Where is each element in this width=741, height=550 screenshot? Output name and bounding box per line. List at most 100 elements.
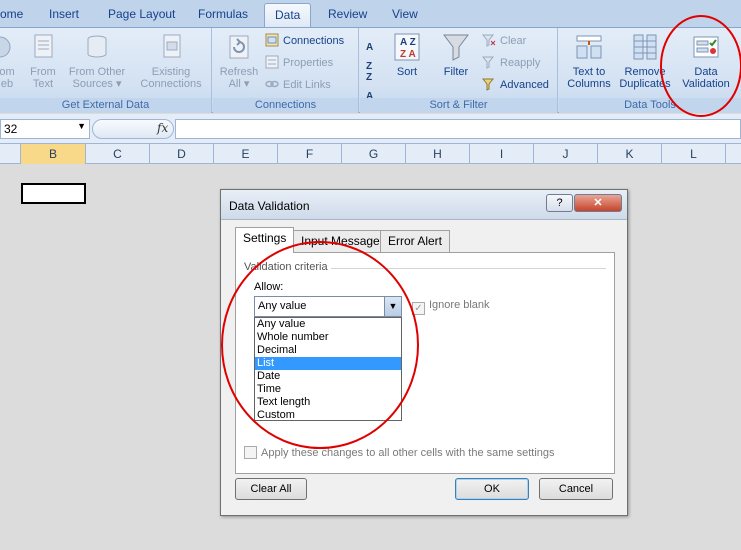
- tab-error-alert[interactable]: Error Alert: [380, 230, 451, 252]
- column-header[interactable]: J: [534, 144, 598, 164]
- cancel-button[interactable]: Cancel: [539, 478, 613, 500]
- existing-connections-button[interactable]: Existing Connections: [136, 32, 206, 90]
- reapply-button[interactable]: Reapply: [481, 54, 540, 72]
- data-validation-icon: [691, 32, 721, 62]
- column-header[interactable]: D: [150, 144, 214, 164]
- edit-links-button[interactable]: Edit Links: [265, 76, 331, 94]
- column-header[interactable]: K: [598, 144, 662, 164]
- formula-bar: 32 ▼ fx: [0, 114, 741, 144]
- connections-icon: [265, 33, 279, 47]
- group-label-connections: Connections: [213, 98, 358, 113]
- refresh-all-button[interactable]: Refresh All ▾: [217, 32, 261, 90]
- group-label-data-tools: Data Tools: [559, 98, 741, 113]
- list-item[interactable]: Any value: [255, 318, 401, 331]
- sort-icon: A ZZ A: [392, 32, 422, 62]
- dialog-title: Data Validation: [229, 199, 310, 213]
- group-sort-filter: AZ ZA A ZZ A Sort Filter Clear Reapply A…: [360, 28, 558, 113]
- group-connections: Refresh All ▾ Connections Properties Edi…: [213, 28, 359, 113]
- column-header[interactable]: B: [21, 144, 86, 164]
- web-icon: [0, 32, 24, 62]
- insert-function-icon[interactable]: fx: [157, 121, 168, 135]
- allow-dropdown[interactable]: Any value ▼: [254, 296, 402, 317]
- group-label-sort-filter: Sort & Filter: [360, 98, 557, 113]
- reapply-icon: [481, 55, 496, 69]
- list-item[interactable]: Whole number: [255, 331, 401, 344]
- chevron-down-icon[interactable]: ▼: [384, 297, 401, 316]
- close-button[interactable]: ✕: [574, 194, 622, 212]
- from-text-button[interactable]: From Text: [26, 32, 60, 90]
- column-header[interactable]: H: [406, 144, 470, 164]
- list-item[interactable]: Text length: [255, 396, 401, 409]
- column-header[interactable]: I: [470, 144, 534, 164]
- section-divider: [331, 268, 606, 269]
- sort-descending-button[interactable]: ZA: [366, 68, 373, 102]
- from-other-sources-button[interactable]: From Other Sources ▾: [64, 32, 130, 90]
- ribbon-tabs: ome Insert Page Layout Formulas Data Rev…: [0, 0, 741, 28]
- text-file-icon: [28, 32, 58, 62]
- list-item[interactable]: Date: [255, 370, 401, 383]
- text-to-columns-button[interactable]: Text to Columns: [565, 32, 613, 90]
- tab-view[interactable]: View: [392, 7, 418, 21]
- properties-icon: [265, 55, 279, 69]
- tab-review[interactable]: Review: [328, 7, 367, 21]
- tab-data[interactable]: Data: [264, 3, 312, 28]
- ok-button[interactable]: OK: [455, 478, 529, 500]
- column-header[interactable]: L: [662, 144, 726, 164]
- tab-page-layout[interactable]: Page Layout: [108, 7, 175, 21]
- help-button[interactable]: ?: [546, 194, 573, 212]
- group-get-external-data: om eb From Text From Other Sources ▾ Exi…: [0, 28, 212, 113]
- filter-funnel-icon: [441, 32, 471, 62]
- tab-insert[interactable]: Insert: [49, 7, 79, 21]
- allow-label: Allow:: [254, 281, 284, 293]
- clear-button[interactable]: Clear: [481, 32, 526, 50]
- advanced-button[interactable]: Advanced: [481, 76, 549, 94]
- ignore-blank-checkbox[interactable]: ✓ Ignore blank: [412, 299, 490, 315]
- name-box[interactable]: 32 ▼: [0, 119, 90, 139]
- filter-button[interactable]: Filter: [436, 32, 476, 78]
- group-label-get-external-data: Get External Data: [0, 98, 211, 113]
- clear-all-button[interactable]: Clear All: [235, 478, 307, 500]
- database-icon: [82, 32, 112, 62]
- select-all-corner[interactable]: [0, 144, 21, 164]
- remove-duplicates-button[interactable]: Remove Duplicates: [617, 32, 673, 90]
- svg-text:Z A: Z A: [400, 49, 416, 60]
- section-title: Validation criteria: [244, 261, 328, 273]
- column-header[interactable]: C: [86, 144, 150, 164]
- group-data-tools: Text to Columns Remove Duplicates Data V…: [559, 28, 741, 113]
- list-item[interactable]: Decimal: [255, 344, 401, 357]
- clear-filter-icon: [481, 33, 496, 47]
- column-header[interactable]: G: [342, 144, 406, 164]
- sort-button[interactable]: A ZZ A Sort: [390, 32, 424, 78]
- formula-input[interactable]: [175, 119, 741, 139]
- ribbon: om eb From Text From Other Sources ▾ Exi…: [0, 27, 741, 113]
- sort-ascending-button[interactable]: AZ: [366, 38, 373, 72]
- settings-panel: Validation criteria Allow: Any value ▼ ✓…: [235, 252, 615, 474]
- column-header[interactable]: F: [278, 144, 342, 164]
- tab-input-message[interactable]: Input Message: [293, 230, 388, 252]
- link-icon: [265, 77, 279, 91]
- from-web-button[interactable]: om eb: [0, 32, 20, 90]
- data-validation-button[interactable]: Data Validation: [679, 32, 733, 90]
- dialog-title-bar[interactable]: Data Validation ? ✕: [221, 190, 627, 220]
- column-headers: B C D E F G H I J K L: [0, 144, 741, 164]
- text-to-columns-icon: [574, 32, 604, 62]
- list-item-selected[interactable]: List: [255, 357, 401, 370]
- tab-home[interactable]: ome: [0, 7, 23, 21]
- list-item[interactable]: Custom: [255, 409, 401, 422]
- allow-options-list[interactable]: Any value Whole number Decimal List Date…: [254, 317, 402, 421]
- svg-text:A Z: A Z: [400, 37, 416, 48]
- tab-formulas[interactable]: Formulas: [198, 7, 248, 21]
- refresh-icon: [224, 32, 254, 62]
- chevron-down-icon[interactable]: ▼: [77, 121, 86, 131]
- list-item[interactable]: Time: [255, 383, 401, 396]
- checkbox-icon: [244, 446, 257, 459]
- column-header[interactable]: E: [214, 144, 278, 164]
- connections-button[interactable]: Connections: [265, 32, 344, 50]
- active-cell[interactable]: [21, 183, 86, 204]
- checkbox-checked-icon: ✓: [412, 302, 425, 315]
- remove-duplicates-icon: [630, 32, 660, 62]
- tab-settings[interactable]: Settings: [235, 227, 295, 253]
- properties-button[interactable]: Properties: [265, 54, 333, 72]
- connections-file-icon: [156, 32, 186, 62]
- apply-to-all-checkbox[interactable]: Apply these changes to all other cells w…: [244, 446, 555, 459]
